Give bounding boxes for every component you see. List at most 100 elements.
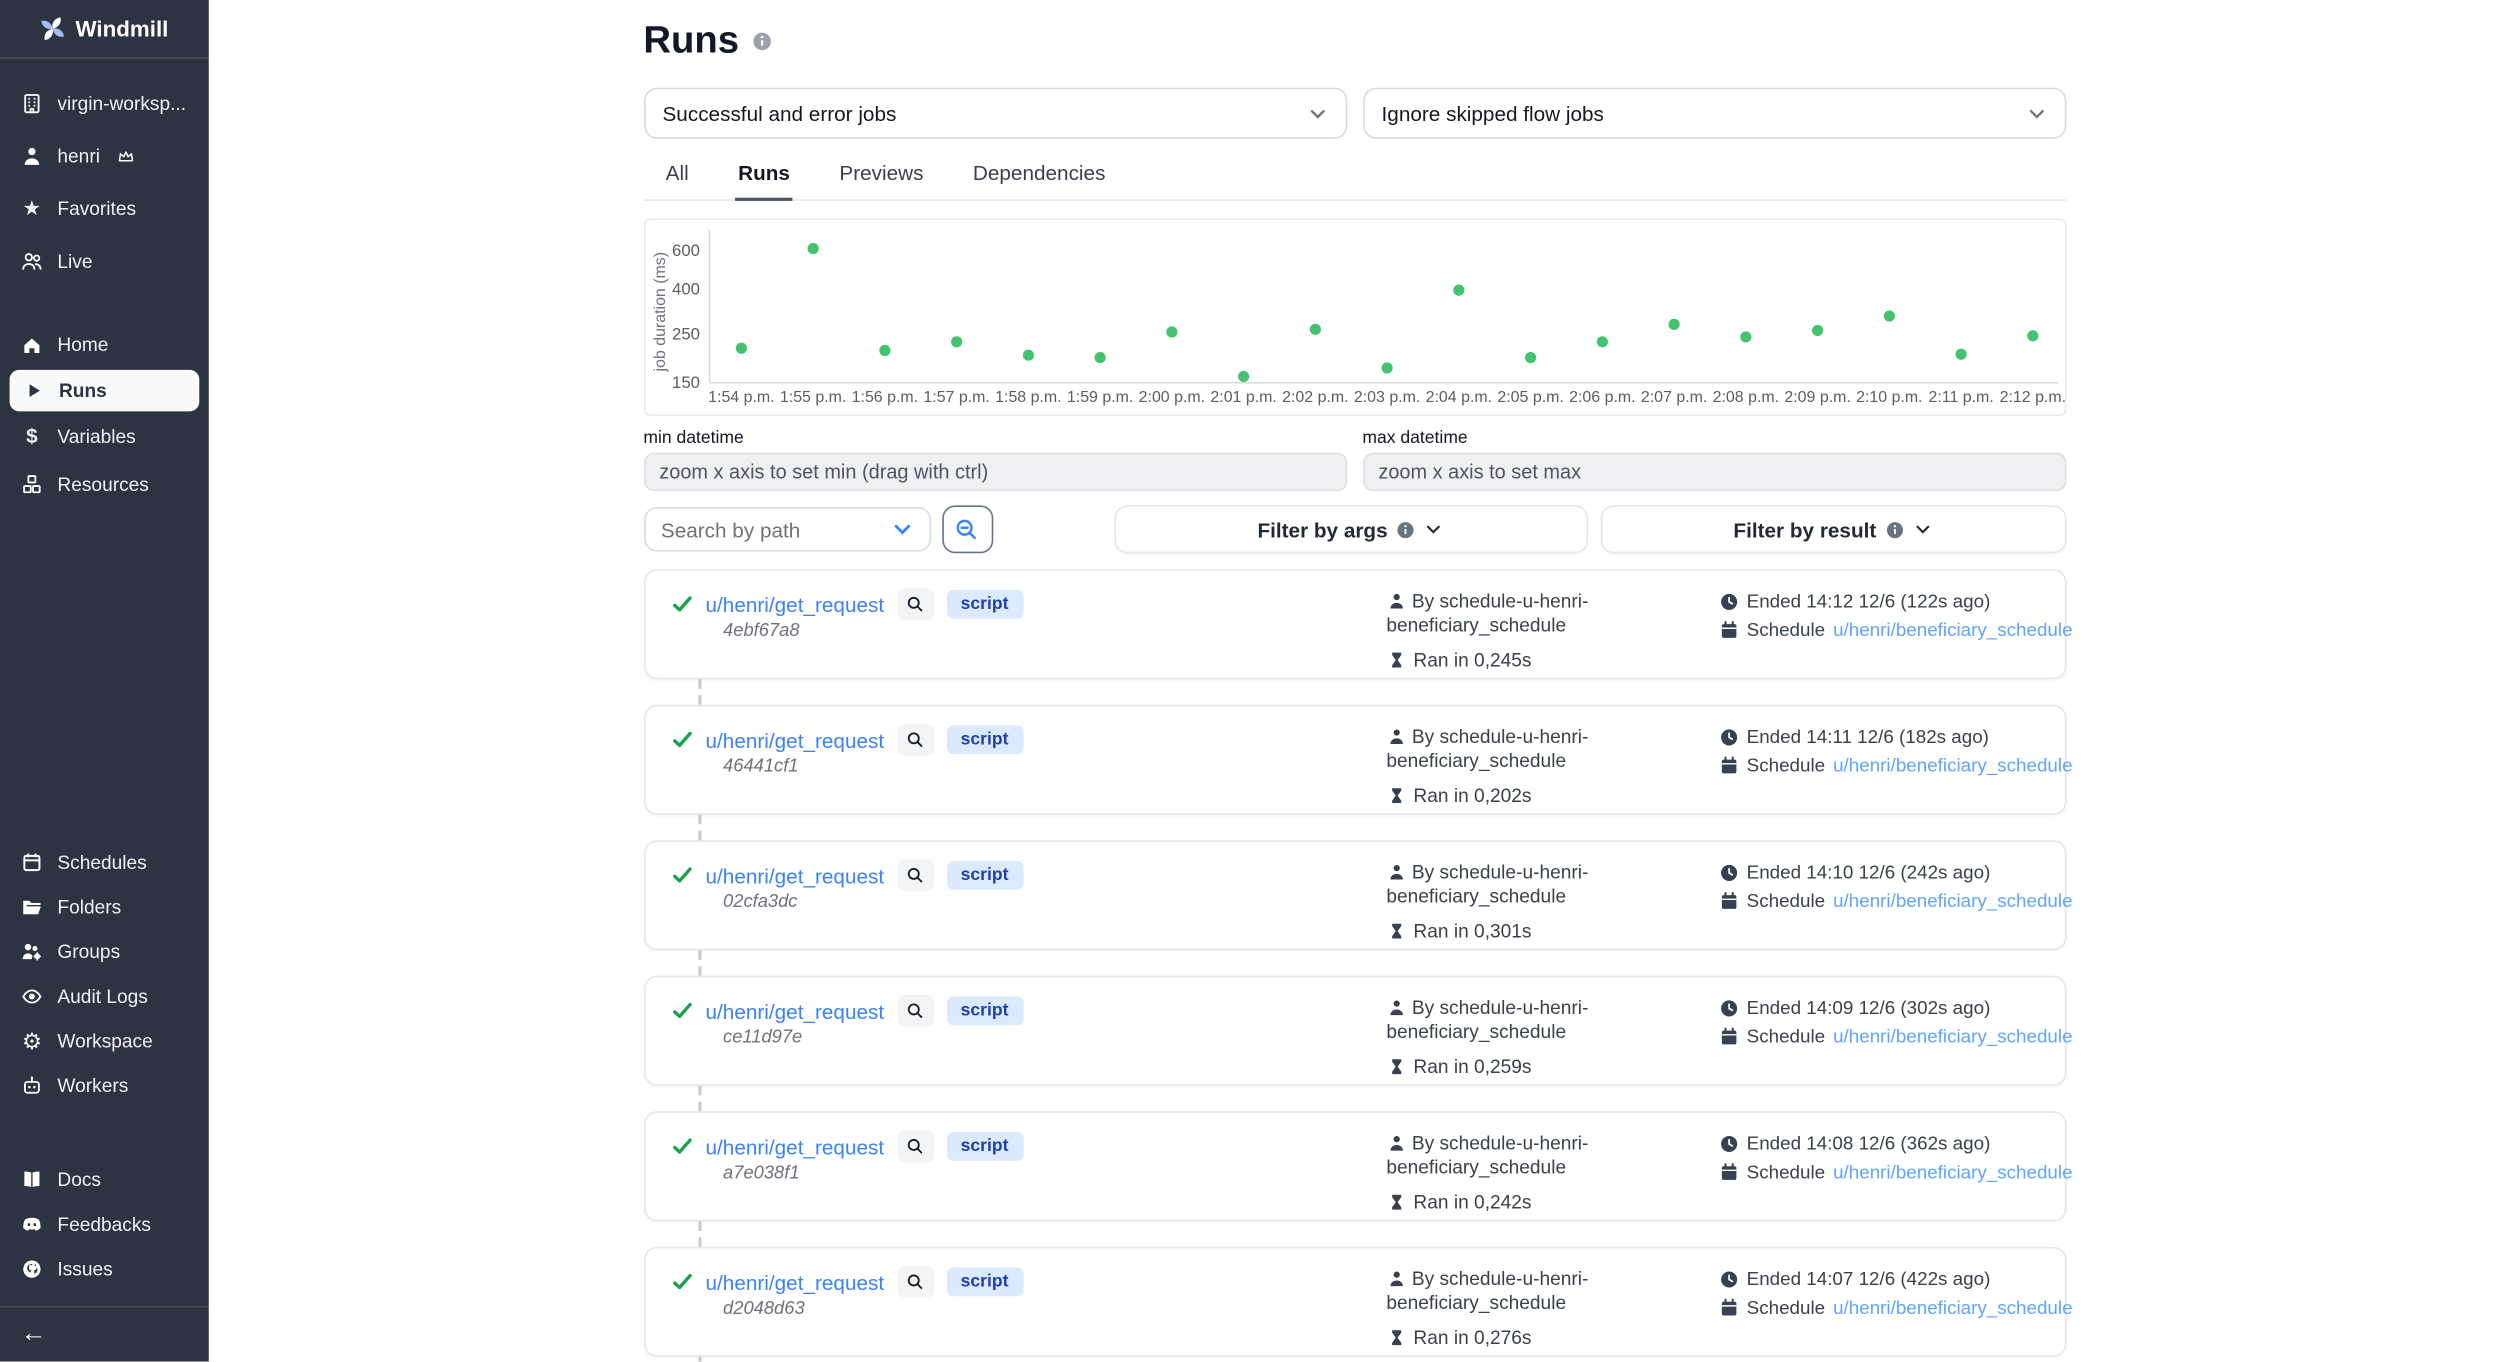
run-path-link[interactable]: u/henri/get_request: [706, 1270, 885, 1294]
workspace-name: virgin-worksp...: [57, 92, 186, 114]
sidebar-item-label: Live: [57, 250, 92, 272]
tab-all[interactable]: All: [662, 153, 691, 199]
runs-chart-svg[interactable]: 1502504006001:54 p.m.1:55 p.m.1:56 p.m.1…: [645, 220, 2067, 415]
sidebar-group-help: Docs Feedbacks Issues: [0, 1158, 209, 1292]
brand[interactable]: Windmill: [0, 0, 209, 59]
run-by-text: By schedule-u-henri-beneficiary_schedule: [1386, 861, 1588, 906]
sidebar-item-folders[interactable]: Folders: [0, 885, 209, 930]
run-duration: Ran in 0,242s: [1386, 1191, 1641, 1214]
min-datetime-input[interactable]: [643, 453, 1346, 491]
sidebar-item-live[interactable]: Live: [0, 234, 209, 287]
run-path-link[interactable]: u/henri/get_request: [706, 1134, 885, 1158]
run-card[interactable]: u/henri/get_request script 46441cf1 By s…: [643, 705, 2065, 815]
search-icon: [906, 1272, 925, 1291]
inspect-run-button[interactable]: [897, 724, 934, 756]
run-card[interactable]: u/henri/get_request script 02cfa3dc By s…: [643, 840, 2065, 950]
sidebar-item-workspace-switcher[interactable]: virgin-worksp...: [0, 77, 209, 130]
run-duration: Ran in 0,276s: [1386, 1327, 1641, 1350]
run-path-link[interactable]: u/henri/get_request: [706, 999, 885, 1023]
crown-icon: [117, 147, 133, 163]
run-schedule-link[interactable]: u/henri/beneficiary_schedule: [1833, 1296, 2072, 1320]
runs-list: u/henri/get_request script 4ebf67a8 By s…: [643, 569, 2065, 1361]
run-schedule-link[interactable]: u/henri/beneficiary_schedule: [1833, 1161, 2072, 1185]
sidebar-item-issues[interactable]: Issues: [0, 1247, 209, 1292]
sidebar-item-favorites[interactable]: ★ Favorites: [0, 182, 209, 235]
sidebar-item-workers[interactable]: Workers: [0, 1063, 209, 1108]
run-card[interactable]: u/henri/get_request script d2048d63 By s…: [643, 1247, 2065, 1357]
run-card[interactable]: u/henri/get_request script 4ebf67a8 By s…: [643, 569, 2065, 679]
sidebar-item-user[interactable]: henri: [0, 129, 209, 182]
calendar-icon: [1718, 891, 1739, 912]
duration-chart[interactable]: 1502504006001:54 p.m.1:55 p.m.1:56 p.m.1…: [643, 218, 2065, 416]
sidebar-item-label: Feedbacks: [57, 1213, 151, 1235]
filter-by-result-button[interactable]: Filter by result: [1600, 505, 2066, 553]
sidebar-item-runs[interactable]: Runs: [10, 370, 200, 411]
run-schedule-link[interactable]: u/henri/beneficiary_schedule: [1833, 754, 2072, 778]
run-ended-text: Ended 14:09 12/6 (302s ago): [1747, 997, 1991, 1021]
tab-previews[interactable]: Previews: [836, 153, 926, 199]
run-schedule-link[interactable]: u/henri/beneficiary_schedule: [1833, 1025, 2072, 1049]
sidebar-item-workspace[interactable]: ⚙ Workspace: [0, 1019, 209, 1064]
search-by-path-select[interactable]: Search by path: [643, 507, 930, 552]
job-kind-select[interactable]: Successful and error jobs: [643, 88, 1346, 139]
run-schedule-link[interactable]: u/henri/beneficiary_schedule: [1833, 619, 2072, 643]
user-icon: [1386, 863, 1405, 882]
info-icon: [1886, 521, 1904, 539]
max-datetime-input[interactable]: [1362, 453, 2065, 491]
hourglass-icon: [1386, 922, 1405, 941]
job-kind-value: Successful and error jobs: [662, 101, 896, 125]
sidebar-item-label: Resources: [57, 474, 148, 496]
run-schedule: Schedule u/henri/beneficiary_schedule: [1718, 890, 2073, 914]
inspect-run-button[interactable]: [897, 588, 934, 620]
svg-text:1:58 p.m.: 1:58 p.m.: [994, 389, 1060, 406]
run-meta-right: Ended 14:09 12/6 (302s ago) Schedule u/h…: [1718, 997, 2073, 1050]
folder-icon: [21, 896, 43, 918]
sidebar-group-main: Home Runs $ Variables Resources: [0, 320, 209, 508]
book-icon: [21, 1169, 43, 1191]
sidebar-item-home[interactable]: Home: [0, 320, 209, 368]
run-duration: Ran in 0,202s: [1386, 784, 1641, 807]
run-card-header: u/henri/get_request script: [670, 724, 1022, 756]
inspect-run-button[interactable]: [897, 1130, 934, 1162]
inspect-run-button[interactable]: [897, 859, 934, 891]
sidebar-item-audit-logs[interactable]: Audit Logs: [0, 974, 209, 1019]
run-path-link[interactable]: u/henri/get_request: [706, 592, 885, 616]
github-icon: [21, 1258, 43, 1280]
sidebar-item-label: Variables: [57, 426, 135, 448]
run-card[interactable]: u/henri/get_request script a7e038f1 By s…: [643, 1111, 2065, 1221]
clock-icon: [1718, 592, 1739, 613]
sidebar-item-label: Workspace: [57, 1030, 152, 1052]
sidebar-item-label: Issues: [57, 1258, 112, 1280]
info-icon[interactable]: [752, 32, 771, 51]
inspect-run-button[interactable]: [897, 1266, 934, 1298]
svg-text:1:59 p.m.: 1:59 p.m.: [1066, 389, 1132, 406]
run-schedule-link[interactable]: u/henri/beneficiary_schedule: [1833, 890, 2072, 914]
run-path-link[interactable]: u/henri/get_request: [706, 863, 885, 887]
run-meta-middle: By schedule-u-henri-beneficiary_schedule…: [1386, 861, 1641, 943]
tab-runs[interactable]: Runs: [735, 153, 793, 201]
sidebar-item-variables[interactable]: $ Variables: [0, 413, 209, 461]
svg-text:2:00 p.m.: 2:00 p.m.: [1138, 389, 1204, 406]
flow-filter-select[interactable]: Ignore skipped flow jobs: [1362, 88, 2065, 139]
run-card[interactable]: u/henri/get_request script ce11d97e By s…: [643, 976, 2065, 1086]
sidebar-item-docs[interactable]: Docs: [0, 1158, 209, 1203]
run-path-link[interactable]: u/henri/get_request: [706, 728, 885, 752]
sidebar-item-resources[interactable]: Resources: [0, 461, 209, 509]
user-icon: [1386, 592, 1405, 611]
sidebar-item-schedules[interactable]: Schedules: [0, 840, 209, 885]
sidebar-collapse-button[interactable]: ←: [0, 1306, 209, 1362]
chevron-down-icon: [1913, 520, 1932, 539]
success-check-icon: [670, 593, 692, 615]
filter-by-args-button[interactable]: Filter by args: [1114, 505, 1588, 553]
sidebar-item-feedbacks[interactable]: Feedbacks: [0, 1202, 209, 1247]
hourglass-icon: [1386, 651, 1405, 670]
job-kind-badge: script: [946, 861, 1022, 890]
tab-dependencies[interactable]: Dependencies: [970, 153, 1109, 199]
run-duration: Ran in 0,301s: [1386, 920, 1641, 943]
tabs-bar: All Runs Previews Dependencies: [643, 153, 2065, 201]
zoom-out-search-button[interactable]: [941, 505, 992, 553]
sidebar-item-label: Folders: [57, 896, 121, 918]
datetime-row: min datetime max datetime: [643, 429, 2065, 491]
sidebar-item-groups[interactable]: Groups: [0, 930, 209, 975]
inspect-run-button[interactable]: [897, 995, 934, 1027]
